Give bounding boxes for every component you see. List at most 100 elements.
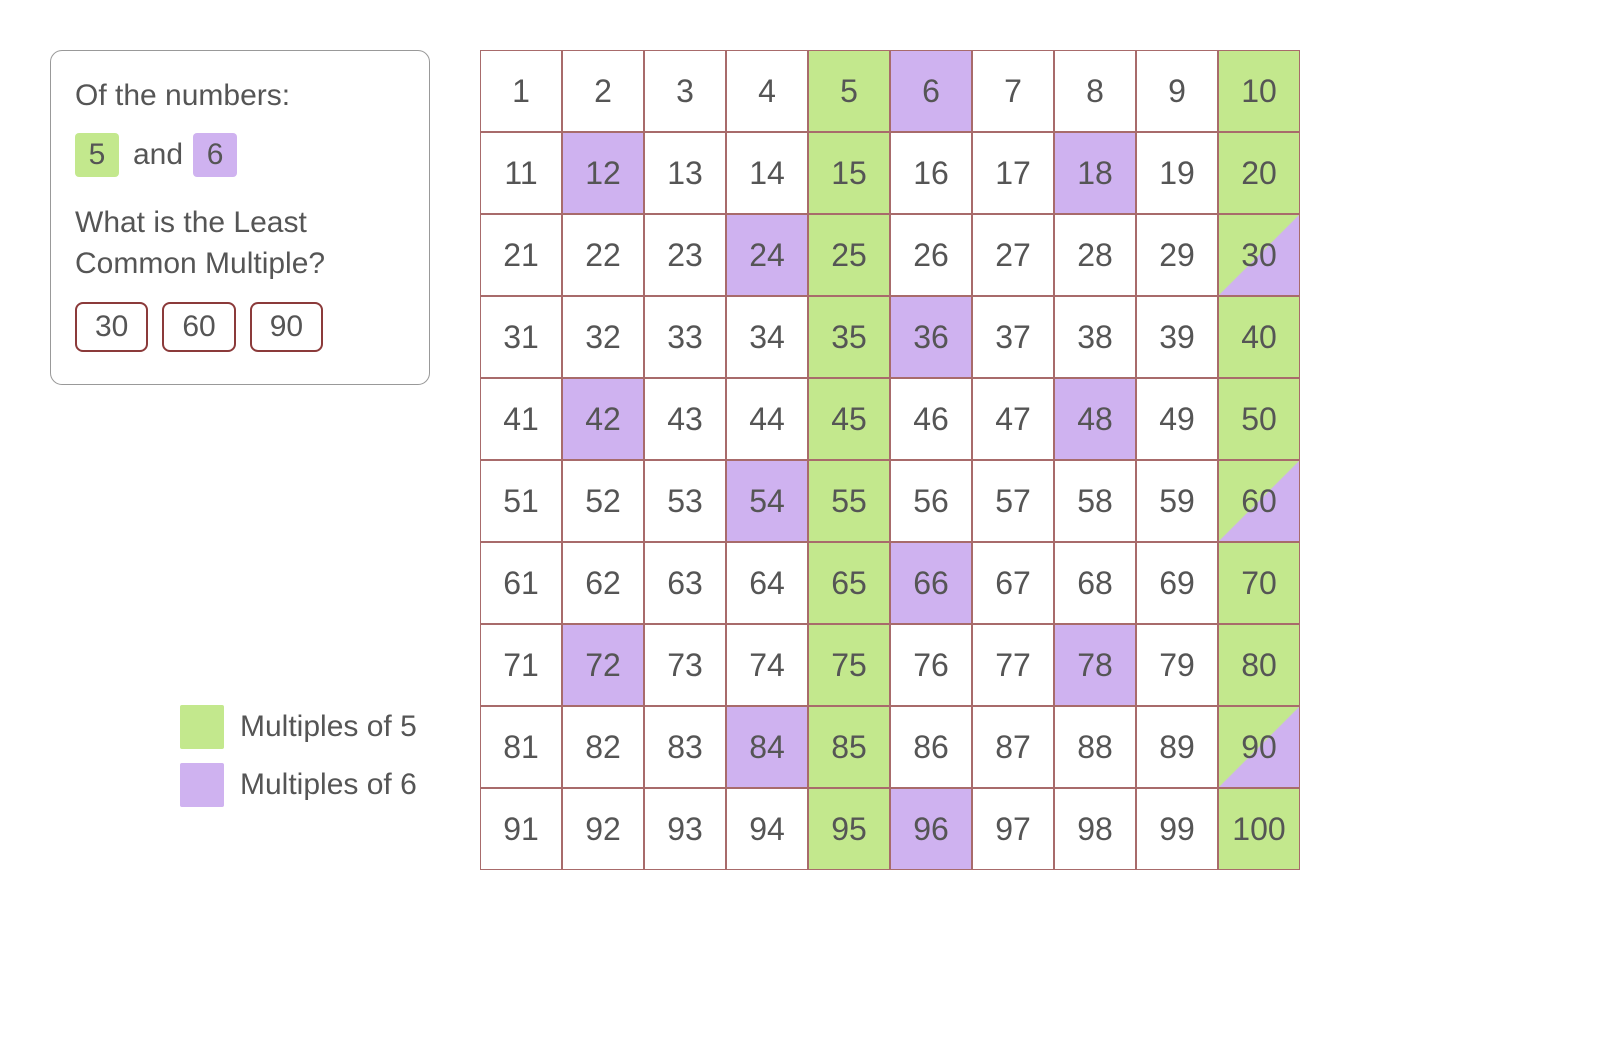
grid-cell: 97 [972, 788, 1054, 870]
grid-cell: 72 [562, 624, 644, 706]
grid-cell: 2 [562, 50, 644, 132]
grid-cell-number: 88 [1077, 729, 1113, 766]
grid-cell-number: 60 [1241, 483, 1277, 520]
grid-cell-number: 39 [1159, 319, 1195, 356]
grid-cell: 23 [644, 214, 726, 296]
grid-cell-number: 42 [585, 401, 621, 438]
grid-cell-number: 14 [749, 155, 785, 192]
grid-cell: 37 [972, 296, 1054, 378]
and-text: and [133, 138, 183, 172]
grid-cell: 40 [1218, 296, 1300, 378]
grid-cell-number: 91 [503, 811, 539, 848]
grid-cell: 52 [562, 460, 644, 542]
grid-cell-number: 93 [667, 811, 703, 848]
grid-cell-number: 99 [1159, 811, 1195, 848]
grid-cell-number: 5 [840, 73, 858, 110]
grid-cell-number: 56 [913, 483, 949, 520]
grid-cell: 60 [1218, 460, 1300, 542]
grid-cell-number: 62 [585, 565, 621, 602]
grid-cell: 80 [1218, 624, 1300, 706]
grid-cell-number: 31 [503, 319, 539, 356]
grid-cell: 76 [890, 624, 972, 706]
grid-cell-number: 18 [1077, 155, 1113, 192]
answer-options: 30 60 90 [75, 302, 405, 352]
grid-cell: 27 [972, 214, 1054, 296]
grid-cell: 14 [726, 132, 808, 214]
grid-cell-number: 76 [913, 647, 949, 684]
grid-cell: 43 [644, 378, 726, 460]
grid-cell: 38 [1054, 296, 1136, 378]
grid-cell-number: 3 [676, 73, 694, 110]
grid-cell: 84 [726, 706, 808, 788]
grid-cell: 13 [644, 132, 726, 214]
grid-cell-number: 66 [913, 565, 949, 602]
grid-cell: 74 [726, 624, 808, 706]
grid-cell: 55 [808, 460, 890, 542]
grid-cell-number: 43 [667, 401, 703, 438]
grid-cell-number: 96 [913, 811, 949, 848]
grid-cell-number: 44 [749, 401, 785, 438]
grid-cell: 83 [644, 706, 726, 788]
grid-cell: 51 [480, 460, 562, 542]
grid-cell-number: 67 [995, 565, 1031, 602]
grid-cell: 77 [972, 624, 1054, 706]
grid-cell-number: 17 [995, 155, 1031, 192]
grid-cell-number: 71 [503, 647, 539, 684]
grid-cell-number: 82 [585, 729, 621, 766]
grid-cell-number: 2 [594, 73, 612, 110]
grid-cell: 92 [562, 788, 644, 870]
grid-cell: 48 [1054, 378, 1136, 460]
grid-cell: 98 [1054, 788, 1136, 870]
grid-cell-number: 54 [749, 483, 785, 520]
grid-cell-number: 4 [758, 73, 776, 110]
grid-cell: 93 [644, 788, 726, 870]
intro-text: Of the numbers: [75, 79, 290, 112]
grid-cell: 70 [1218, 542, 1300, 624]
grid-cell-number: 15 [831, 155, 867, 192]
option-button-0[interactable]: 30 [75, 302, 148, 352]
grid-cell: 100 [1218, 788, 1300, 870]
grid-cell-number: 90 [1241, 729, 1277, 766]
grid-cell-number: 49 [1159, 401, 1195, 438]
option-button-2[interactable]: 90 [250, 302, 323, 352]
grid-cell: 30 [1218, 214, 1300, 296]
grid-cell-number: 16 [913, 155, 949, 192]
question-line-1: What is the Least [75, 206, 307, 239]
grid-cell-number: 19 [1159, 155, 1195, 192]
grid-cell: 66 [890, 542, 972, 624]
grid-cell-number: 41 [503, 401, 539, 438]
grid-cell: 78 [1054, 624, 1136, 706]
grid-cell: 68 [1054, 542, 1136, 624]
grid-cell-number: 47 [995, 401, 1031, 438]
grid-cell: 24 [726, 214, 808, 296]
grid-cell: 26 [890, 214, 972, 296]
grid-cell: 73 [644, 624, 726, 706]
grid-cell: 91 [480, 788, 562, 870]
grid-cell-number: 97 [995, 811, 1031, 848]
question-text: What is the Least Common Multiple? [75, 203, 405, 284]
option-button-1[interactable]: 60 [162, 302, 235, 352]
grid-cell-number: 79 [1159, 647, 1195, 684]
grid-cell: 53 [644, 460, 726, 542]
first-number-badge: 5 [75, 133, 119, 177]
grid-cell-number: 84 [749, 729, 785, 766]
grid-cell-number: 10 [1241, 73, 1277, 110]
legend-label-first: Multiples of 5 [240, 710, 417, 744]
grid-cell: 34 [726, 296, 808, 378]
grid-cell-number: 61 [503, 565, 539, 602]
grid-cell-number: 72 [585, 647, 621, 684]
grid-cell: 15 [808, 132, 890, 214]
grid-cell: 17 [972, 132, 1054, 214]
grid-cell: 21 [480, 214, 562, 296]
grid-cell-number: 68 [1077, 565, 1113, 602]
grid-cell: 20 [1218, 132, 1300, 214]
grid-cell-number: 34 [749, 319, 785, 356]
grid-cell-number: 6 [922, 73, 940, 110]
grid-cell: 90 [1218, 706, 1300, 788]
grid-cell-number: 26 [913, 237, 949, 274]
grid-cell: 89 [1136, 706, 1218, 788]
grid-cell-number: 53 [667, 483, 703, 520]
grid-cell: 41 [480, 378, 562, 460]
grid-cell: 47 [972, 378, 1054, 460]
grid-cell-number: 11 [504, 155, 537, 192]
